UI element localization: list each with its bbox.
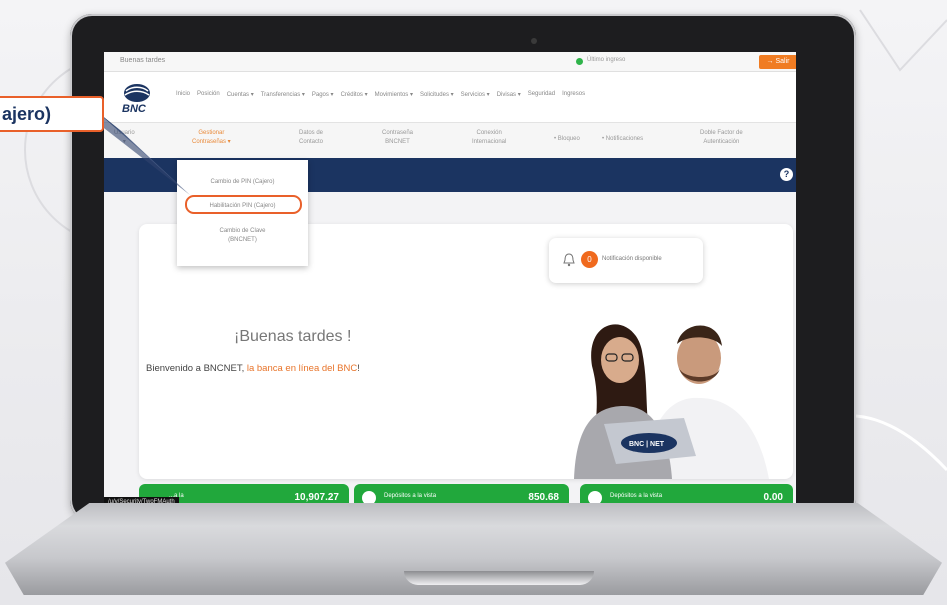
subnav-item-datos-contacto[interactable]: Datos de Contacto — [299, 129, 323, 147]
notification-label: Notificación disponible — [602, 256, 662, 262]
highlight-ring — [185, 195, 302, 214]
summary-value-3: 0.00 — [763, 492, 783, 503]
nav-item-divisas[interactable]: Divisas ▾ — [497, 91, 521, 98]
nav-item-posicion[interactable]: Posición — [197, 91, 220, 98]
nav-item-cuentas[interactable]: Cuentas ▾ — [227, 91, 254, 98]
nav-item-solicitudes[interactable]: Solicitudes ▾ — [420, 91, 454, 98]
nav-item-inicio[interactable]: Inicio — [176, 91, 190, 98]
subnav-item-doble-factor[interactable]: Doble Factor de Autenticación — [700, 129, 743, 147]
subnav-item-bloqueo[interactable]: • Bloqueo — [554, 135, 580, 144]
subnav-item-conexion-internacional[interactable]: Conexión Internacional — [472, 129, 506, 147]
camera-icon — [531, 38, 537, 44]
callout-label: ajero) — [0, 96, 104, 132]
notification-count-badge: 0 — [581, 251, 598, 268]
summary-value-1: 10,907.27 — [294, 492, 340, 503]
nav-item-seguridad[interactable]: Seguridad — [528, 91, 555, 98]
connection-status: Último ingreso — [587, 57, 626, 63]
bnc-logo[interactable]: BNC — [120, 82, 152, 114]
welcome-highlight: la banca en línea del BNC — [246, 363, 358, 374]
greeting-heading: ¡Buenas tardes ! — [234, 328, 352, 345]
subnav-item-usuario[interactable]: Usuario ▾ — [114, 129, 135, 147]
dropdown-item-cambio-pin[interactable]: Cambio de PIN (Cajero) — [177, 178, 308, 187]
nav-item-ingresos[interactable]: Ingresos — [562, 91, 585, 98]
subnav-item-gestionar-contrasenas[interactable]: Gestionar Contraseñas ▾ — [192, 129, 231, 147]
nav-item-creditos[interactable]: Créditos ▾ — [341, 91, 368, 98]
dropdown-item-cambio-clave[interactable]: Cambio de Clave (BNCNET) — [177, 227, 308, 245]
notification-box[interactable]: 0 Notificación disponible — [549, 238, 703, 283]
welcome-suffix: ! — [357, 363, 360, 374]
summary-label-2: Depósitos a la vista — [384, 493, 437, 499]
status-dot-icon — [576, 58, 583, 65]
exit-label: Salir — [775, 58, 790, 65]
summary-value-2: 850.68 — [528, 492, 559, 503]
people-illustration: BNC | NET — [574, 324, 769, 479]
top-greeting: Buenas tardes — [120, 57, 166, 64]
top-bar: Buenas tardes Último ingreso → Salir — [104, 52, 796, 72]
welcome-prefix: Bienvenido a BNCNET, — [146, 363, 247, 374]
help-icon[interactable]: ? — [780, 168, 793, 181]
nav-menu: Inicio Posición Cuentas ▾ Transferencias… — [176, 91, 585, 98]
nav-item-pagos[interactable]: Pagos ▾ — [312, 91, 334, 98]
summary-label-3: Depósitos a la vista — [610, 493, 663, 499]
laptop-card-logo: BNC | NET — [629, 441, 665, 448]
welcome-message: Bienvenido a BNCNET, la banca en línea d… — [146, 363, 360, 374]
brand-text: BNC — [122, 103, 147, 114]
laptop-notch — [404, 571, 594, 585]
security-subnav: Usuario ▾ Gestionar Contraseñas ▾ Datos … — [104, 122, 796, 158]
main-navbar: BNC Inicio Posición Cuentas ▾ Transferen… — [104, 72, 796, 122]
bell-icon — [563, 253, 575, 267]
subnav-item-contrasena-bncnet[interactable]: Contraseña BNCNET — [382, 129, 413, 147]
browser-screen: Buenas tardes Último ingreso → Salir BNC… — [104, 52, 796, 507]
subnav-item-notificaciones[interactable]: • Notificaciones — [602, 135, 643, 144]
nav-item-servicios[interactable]: Servicios ▾ — [461, 91, 490, 98]
nav-item-transferencias[interactable]: Transferencias ▾ — [261, 91, 305, 98]
exit-button[interactable]: → Salir — [759, 55, 796, 69]
nav-item-movimientos[interactable]: Movimientos ▾ — [375, 91, 413, 98]
